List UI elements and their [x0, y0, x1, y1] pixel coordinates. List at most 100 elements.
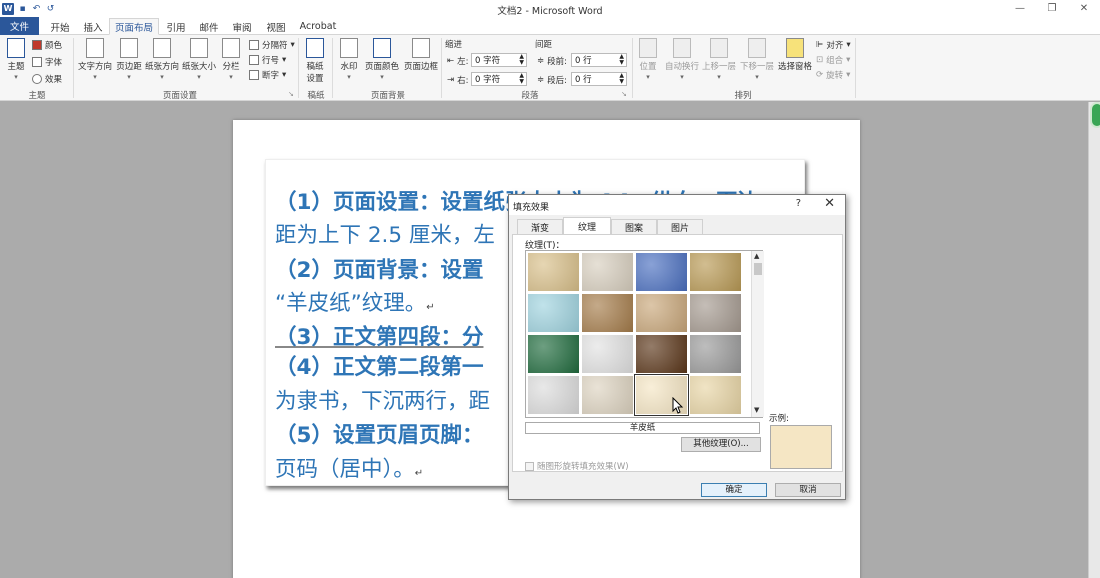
- texture-tile[interactable]: [635, 293, 688, 333]
- page-setup-launcher-icon[interactable]: ↘: [288, 90, 294, 98]
- orientation-label: 纸张方向: [145, 62, 180, 72]
- vertical-scrollbar[interactable]: [1088, 102, 1100, 578]
- spinner-arrows-icon[interactable]: ▲ ▼: [619, 54, 624, 66]
- close-button[interactable]: ✕: [1068, 0, 1100, 17]
- spinner-arrows-icon[interactable]: ▲ ▼: [519, 73, 524, 85]
- chevron-down-icon: ▾: [846, 40, 851, 50]
- breaks-button[interactable]: 分隔符 ▾: [249, 39, 295, 51]
- texture-tile[interactable]: [689, 252, 742, 292]
- paragraph-mark: ↵: [426, 302, 435, 313]
- checkbox-box[interactable]: [525, 461, 534, 471]
- tab-review[interactable]: 审阅: [227, 18, 257, 35]
- draft-paper-button[interactable]: 稿纸 设置: [304, 38, 326, 84]
- rotate-with-shape-checkbox[interactable]: 随图形旋转填充效果(W): [525, 460, 629, 472]
- text-direction-button[interactable]: 文字方向 ▾: [78, 38, 112, 81]
- texture-grid-scrollbar[interactable]: ▲ ▼: [751, 251, 764, 417]
- rotate-button[interactable]: ⟳ 旋转 ▾: [816, 69, 850, 81]
- orientation-button[interactable]: 纸张方向 ▾: [145, 38, 179, 81]
- doc-line-5[interactable]: （3）正文第四段：分: [275, 320, 483, 351]
- doc-line-6[interactable]: （4）正文第二段第一: [275, 350, 483, 381]
- columns-button[interactable]: 分栏 ▾: [221, 38, 241, 81]
- help-icon[interactable]: ?: [796, 198, 801, 209]
- texture-tile[interactable]: [635, 252, 688, 292]
- watermark-button[interactable]: 水印 ▾: [338, 38, 360, 81]
- page-borders-button[interactable]: 页面边框: [403, 38, 439, 72]
- scroll-thumb[interactable]: [754, 263, 762, 275]
- minimize-button[interactable]: —: [1004, 0, 1036, 17]
- tab-view[interactable]: 视图: [261, 18, 291, 35]
- tab-mailings[interactable]: 邮件: [194, 18, 224, 35]
- texture-tile[interactable]: [527, 375, 580, 415]
- texture-tile[interactable]: [689, 293, 742, 333]
- indent-right-input[interactable]: 0 字符 ▲ ▼: [471, 72, 527, 86]
- chevron-down-icon: ▾: [846, 55, 851, 65]
- texture-tile[interactable]: [635, 334, 688, 374]
- texture-tile[interactable]: [581, 293, 634, 333]
- effects-button[interactable]: 效果: [32, 73, 62, 85]
- texture-tile[interactable]: [527, 334, 580, 374]
- effects-label: 效果: [45, 75, 63, 85]
- themes-button[interactable]: 主题 ▾: [4, 38, 28, 81]
- spacing-before-input[interactable]: 0 行 ▲ ▼: [571, 53, 627, 67]
- paragraph-mark: ↵: [414, 468, 424, 479]
- wrap-text-button[interactable]: 自动换行 ▾: [664, 38, 700, 81]
- group-objects-button[interactable]: ⊡ 组合 ▾: [816, 54, 850, 66]
- texture-tile[interactable]: [527, 252, 580, 292]
- align-button[interactable]: ⊫ 对齐 ▾: [816, 39, 851, 51]
- tab-texture[interactable]: 纹理: [563, 217, 611, 235]
- chevron-down-icon: ▾: [680, 73, 684, 81]
- position-label: 位置: [639, 62, 657, 72]
- doc-line-8[interactable]: （5）设置页眉页脚：: [275, 418, 483, 449]
- doc-line-9[interactable]: 页码（居中）。↵: [275, 452, 423, 483]
- texture-tile[interactable]: [689, 334, 742, 374]
- scroll-up-icon[interactable]: ▲: [754, 252, 759, 260]
- texture-tile[interactable]: [581, 252, 634, 292]
- spinner-arrows-icon[interactable]: ▲ ▼: [619, 73, 624, 85]
- tab-file[interactable]: 文件: [0, 17, 39, 35]
- ok-button[interactable]: 确定: [701, 483, 767, 497]
- tab-picture[interactable]: 图片: [657, 219, 703, 234]
- tab-pattern[interactable]: 图案: [611, 219, 657, 234]
- status-indicator-icon[interactable]: [1090, 102, 1100, 128]
- texture-tile[interactable]: [581, 375, 634, 415]
- tab-gradient[interactable]: 渐变: [517, 219, 563, 234]
- size-button[interactable]: 纸张大小 ▾: [182, 38, 216, 81]
- doc-line-3[interactable]: （2）页面背景：设置: [275, 253, 483, 284]
- size-label: 纸张大小: [182, 62, 217, 72]
- fonts-button[interactable]: 字体: [32, 56, 62, 68]
- selection-pane-button[interactable]: 选择窗格: [777, 38, 813, 72]
- cancel-button[interactable]: 取消: [775, 483, 841, 497]
- spacing-before-text: 段前:: [547, 57, 567, 67]
- tab-home[interactable]: 开始: [44, 18, 76, 35]
- line-numbers-icon: [249, 55, 259, 65]
- hyphenation-button[interactable]: 断字 ▾: [249, 69, 286, 81]
- indent-left-input[interactable]: 0 字符 ▲ ▼: [471, 53, 527, 67]
- watermark-icon: [340, 38, 358, 58]
- restore-button[interactable]: ❐: [1036, 0, 1068, 17]
- spinner-arrows-icon[interactable]: ▲ ▼: [519, 54, 524, 66]
- doc-line-4[interactable]: “羊皮纸”纹理。↵: [275, 286, 435, 317]
- line-numbers-button[interactable]: 行号 ▾: [249, 54, 286, 66]
- dialog-close-icon[interactable]: ✕: [824, 196, 835, 211]
- indent-right-label: ⇥ 右:: [447, 74, 469, 86]
- spacing-after-input[interactable]: 0 行 ▲ ▼: [571, 72, 627, 86]
- bring-forward-button[interactable]: 上移一层 ▾: [701, 38, 737, 81]
- position-button[interactable]: 位置 ▾: [636, 38, 660, 81]
- texture-tile[interactable]: [527, 293, 580, 333]
- doc-line-2[interactable]: 距为上下 2.5 厘米，左: [275, 218, 495, 249]
- send-backward-button[interactable]: 下移一层 ▾: [739, 38, 775, 81]
- paragraph-launcher-icon[interactable]: ↘: [621, 90, 627, 98]
- tab-acrobat[interactable]: Acrobat: [295, 18, 341, 35]
- scroll-down-icon[interactable]: ▼: [754, 406, 759, 414]
- texture-tile[interactable]: [581, 334, 634, 374]
- tab-references[interactable]: 引用: [161, 18, 191, 35]
- tab-page-layout[interactable]: 页面布局: [109, 18, 159, 35]
- tab-insert[interactable]: 插入: [78, 18, 108, 35]
- chevron-down-icon: ▾: [347, 73, 351, 81]
- doc-line-7[interactable]: 为隶书，下沉两行，距: [275, 384, 490, 415]
- texture-tile[interactable]: [689, 375, 742, 415]
- other-textures-button[interactable]: 其他纹理(O)...: [681, 437, 761, 452]
- margins-button[interactable]: 页边距 ▾: [115, 38, 143, 81]
- colors-button[interactable]: 颜色: [32, 39, 62, 51]
- page-color-button[interactable]: 页面颜色 ▾: [364, 38, 400, 81]
